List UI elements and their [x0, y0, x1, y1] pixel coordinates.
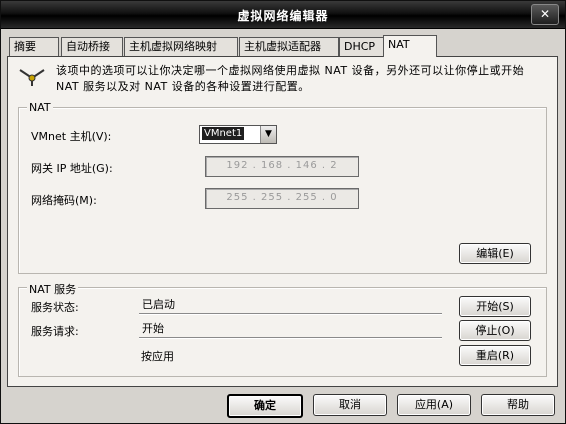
nat-service-legend: NAT 服务 — [27, 281, 79, 297]
gateway-ip-field: 192 . 168 . 146 . 2 — [205, 156, 359, 177]
start-button[interactable]: 开始(S) — [459, 296, 531, 317]
cancel-button[interactable]: 取消 — [313, 394, 387, 416]
close-button[interactable]: ✕ — [531, 4, 559, 25]
network-icon — [19, 69, 45, 86]
tab-summary[interactable]: 摘要 — [9, 37, 59, 56]
tab-host-adapters[interactable]: 主机虚拟适配器 — [239, 37, 339, 56]
help-button[interactable]: 帮助 — [481, 394, 555, 416]
vmnet-host-select[interactable]: VMnet1 ▼ — [199, 125, 277, 144]
restart-button[interactable]: 重启(R) — [459, 345, 531, 366]
tab-nat[interactable]: NAT — [383, 35, 437, 57]
netmask-label: 网络掩码(M): — [31, 194, 97, 207]
window-title: 虚拟网络编辑器 — [237, 9, 329, 23]
nat-description: 该项中的选项可以让你决定哪一个虚拟网络使用虚拟 NAT 设备，另外还可以让你停止… — [56, 64, 525, 93]
netmask-field: 255 . 255 . 255 . 0 — [205, 188, 359, 209]
tab-auto-bridge[interactable]: 自动桥接 — [61, 37, 123, 56]
service-status-value: 已启动 — [139, 296, 442, 314]
stop-button[interactable]: 停止(O) — [459, 320, 531, 341]
ok-button[interactable]: 确定 — [227, 394, 303, 418]
nat-service-group: NAT 服务 服务状态: 已启动 开始(S) 服务请求: 开始 停止(O) 按应… — [18, 281, 547, 377]
edit-button[interactable]: 编辑(E) — [459, 243, 531, 264]
virtual-network-editor-window: 虚拟网络编辑器 ✕ 摘要 自动桥接 主机虚拟网络映射 主机虚拟适配器 DHCP … — [0, 0, 566, 424]
vmnet-host-selected: VMnet1 — [202, 127, 245, 140]
netmask-value: 255 . 255 . 255 . 0 — [226, 192, 338, 203]
nat-group: NAT VMnet 主机(V): VMnet1 ▼ 网关 IP 地址(G): 1… — [18, 101, 547, 274]
gateway-ip-value: 192 . 168 . 146 . 2 — [226, 160, 338, 171]
nat-group-legend: NAT — [27, 101, 53, 114]
chevron-down-icon[interactable]: ▼ — [260, 126, 276, 143]
title-bar[interactable]: 虚拟网络编辑器 ✕ — [1, 1, 565, 29]
gateway-ip-label: 网关 IP 地址(G): — [31, 162, 113, 175]
tab-dhcp[interactable]: DHCP — [339, 37, 385, 56]
tab-host-network-mapping[interactable]: 主机虚拟网络映射 — [124, 37, 238, 56]
nat-tab-panel: 该项中的选项可以让你决定哪一个虚拟网络使用虚拟 NAT 设备，另外还可以让你停止… — [7, 56, 558, 387]
service-status-label: 服务状态: — [31, 301, 79, 314]
apply-pending-text: 按应用 — [141, 350, 174, 363]
apply-button[interactable]: 应用(A) — [397, 394, 471, 416]
service-request-label: 服务请求: — [31, 325, 79, 338]
vmnet-host-label: VMnet 主机(V): — [31, 130, 112, 143]
service-request-value: 开始 — [139, 320, 442, 338]
